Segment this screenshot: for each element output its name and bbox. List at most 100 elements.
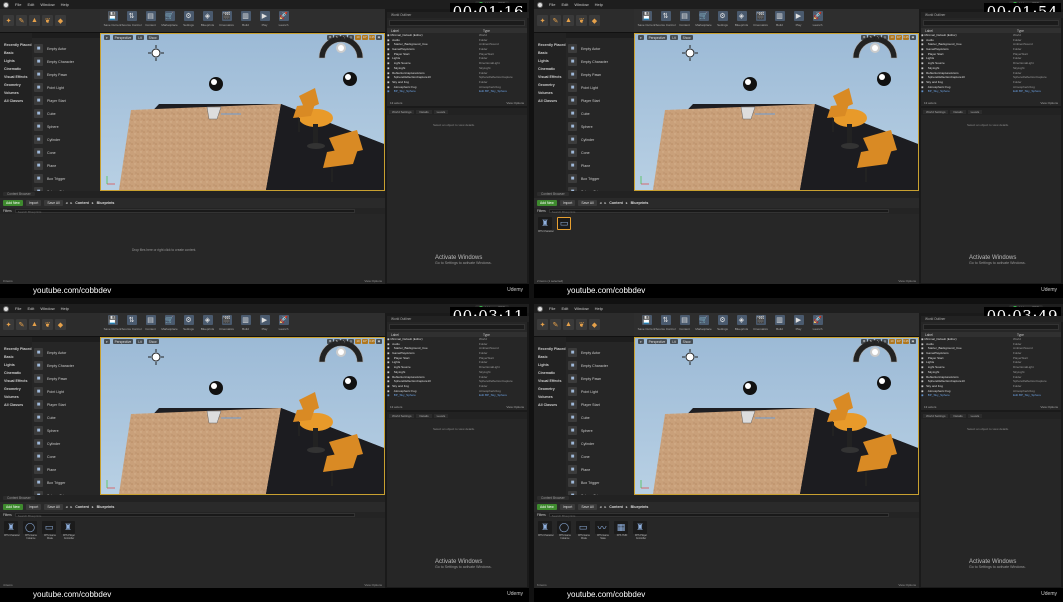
menu-window[interactable]: Window (40, 306, 54, 311)
place-item[interactable]: ■ Point Light (568, 81, 630, 94)
world-local-icon[interactable]: ◎ (882, 35, 888, 40)
import-button[interactable]: Import (559, 200, 576, 206)
place-mode-icon[interactable]: ✦ (3, 319, 14, 330)
show-button[interactable]: Show (680, 35, 693, 40)
outliner-row[interactable]: ◉ BP_Sky_Sphere Edit BP_Sky_Sphere (921, 393, 1061, 398)
toolbar-button[interactable]: ⚙ Settings (180, 314, 197, 335)
outliner-view-options[interactable]: View Options (506, 405, 524, 409)
grid-snap-value[interactable]: 10 (355, 339, 361, 344)
add-new-button[interactable]: Add New (537, 504, 557, 510)
toolbar-button[interactable]: ▤ Content (142, 314, 159, 335)
tab-world-settings[interactable]: World Settings (389, 109, 415, 114)
place-mode-icon[interactable]: ✦ (537, 15, 548, 26)
breadcrumb-blueprints[interactable]: Blueprints (97, 505, 115, 509)
place-item[interactable]: ■ Player Start (568, 398, 630, 411)
place-category[interactable]: Basic (0, 353, 32, 361)
asset-view[interactable]: ♜ FPS Character ◯ FPS Game Instance ▭ FPS Gam… (0, 518, 385, 588)
lit-button[interactable]: Lit (136, 35, 144, 40)
place-category[interactable]: Basic (0, 49, 32, 57)
content-search-input[interactable]: Search Blueprints (548, 513, 889, 518)
foliage-mode-icon[interactable]: ❦ (42, 15, 53, 26)
rotate-tool-icon[interactable]: ↻ (334, 35, 340, 40)
place-item[interactable]: ■ Cube (568, 107, 630, 120)
breadcrumb-content[interactable]: Content (609, 505, 623, 509)
level-viewport[interactable]: ▾ Perspective Lit Show ✥ ↻ ⤡ ◎ 10 10° 0.… (100, 33, 385, 191)
perspective-button[interactable]: Perspective (646, 35, 668, 40)
world-local-icon[interactable]: ◎ (348, 35, 354, 40)
outliner-row[interactable]: ◉ BP_Sky_Sphere Edit BP_Sky_Sphere (387, 89, 527, 94)
viewport-menu-button[interactable]: ▾ (638, 339, 644, 344)
place-item[interactable]: ■ Empty Actor (34, 42, 96, 55)
geometry-mode-icon[interactable]: ◆ (589, 15, 600, 26)
breadcrumb-blueprints[interactable]: Blueprints (97, 201, 115, 205)
forward-arrow-icon[interactable]: ▸ (604, 505, 606, 509)
asset-tile[interactable]: ◯ FPS Game Instance (557, 521, 573, 541)
toolbar-button[interactable]: 🚀 Launch (275, 314, 292, 335)
asset-tile[interactable]: ▭ FPS Game Mode (576, 521, 592, 541)
outliner-type[interactable]: Edit BP_Sky_Sphere (479, 89, 507, 94)
menu-help[interactable]: Help (61, 306, 69, 311)
toolbar-button[interactable]: ▥ Build (237, 10, 254, 31)
save-all-button[interactable]: Save All (44, 200, 63, 206)
place-item[interactable]: ■ Empty Character (568, 359, 630, 372)
save-all-button[interactable]: Save All (44, 504, 63, 510)
menu-file[interactable]: File (15, 2, 21, 7)
outliner-search-input[interactable] (389, 324, 525, 330)
place-category[interactable]: Visual Effects (534, 73, 566, 81)
perspective-button[interactable]: Perspective (112, 35, 134, 40)
outliner-type[interactable]: Edit BP_Sky_Sphere (1013, 393, 1041, 398)
tab-world-settings[interactable]: World Settings (923, 413, 949, 418)
outliner-row[interactable]: ◉ BP_Sky_Sphere Edit BP_Sky_Sphere (921, 89, 1061, 94)
place-category[interactable]: All Classes (534, 401, 566, 409)
content-browser-tab[interactable]: Content Browser (537, 192, 569, 196)
translate-tool-icon[interactable]: ✥ (861, 339, 867, 344)
rotate-tool-icon[interactable]: ↻ (868, 339, 874, 344)
place-category[interactable]: Volumes (0, 393, 32, 401)
place-item[interactable]: ■ Point Light (34, 385, 96, 398)
place-category[interactable]: Lights (534, 57, 566, 65)
save-all-button[interactable]: Save All (578, 504, 597, 510)
place-item[interactable]: ■ Box Trigger (568, 476, 630, 489)
tab-world-settings[interactable]: World Settings (389, 413, 415, 418)
outliner-search-input[interactable] (923, 324, 1059, 330)
place-item[interactable]: ■ Empty Actor (34, 346, 96, 359)
back-arrow-icon[interactable]: ◂ (600, 201, 602, 205)
lit-button[interactable]: Lit (136, 339, 144, 344)
translate-tool-icon[interactable]: ✥ (327, 35, 333, 40)
place-item[interactable]: ■ Point Light (568, 385, 630, 398)
outliner-view-options[interactable]: View Options (1040, 101, 1058, 105)
menu-edit[interactable]: Edit (27, 2, 34, 7)
toolbar-button[interactable]: ⚙ Settings (714, 314, 731, 335)
angle-snap-value[interactable]: 10° (362, 35, 368, 40)
outliner-view-options[interactable]: View Options (506, 101, 524, 105)
toolbar-button[interactable]: 💾 Save Current (104, 314, 121, 335)
place-item[interactable]: ■ Cylinder (34, 133, 96, 146)
asset-tile[interactable]: ♜ FPS Character (4, 521, 20, 541)
level-viewport[interactable]: ▾ Perspective Lit Show ✥ ↻ ⤡ ◎ 10 10° 0.… (634, 337, 919, 495)
place-item[interactable]: ■ Plane (34, 463, 96, 476)
grid-snap-value[interactable]: 10 (355, 35, 361, 40)
place-item[interactable]: ■ Empty Actor (568, 346, 630, 359)
scale-snap-value[interactable]: 0.25 (903, 339, 909, 344)
scale-snap-value[interactable]: 0.25 (369, 35, 375, 40)
menu-window[interactable]: Window (40, 2, 54, 7)
place-item[interactable]: ■ Box Trigger (34, 476, 96, 489)
place-item[interactable]: ■ Cone (34, 450, 96, 463)
outliner-search-input[interactable] (923, 20, 1059, 26)
toolbar-button[interactable]: 🎬 Cinematics (752, 10, 769, 31)
place-category[interactable]: Volumes (0, 89, 32, 97)
place-category[interactable]: Visual Effects (534, 377, 566, 385)
toolbar-button[interactable]: ⇅ Source Control (122, 314, 142, 335)
toolbar-button[interactable]: 🛒 Marketplace (695, 314, 712, 335)
tab-levels[interactable]: Levels (433, 109, 449, 114)
breadcrumb-content[interactable]: Content (609, 201, 623, 205)
outliner-type[interactable]: Edit BP_Sky_Sphere (479, 393, 507, 398)
place-category[interactable]: Basic (534, 49, 566, 57)
viewport-menu-button[interactable]: ▾ (104, 339, 110, 344)
landscape-mode-icon[interactable]: ▲ (29, 15, 40, 26)
import-button[interactable]: Import (25, 504, 42, 510)
tab-details[interactable]: Details (416, 413, 432, 418)
viewport-menu-button[interactable]: ▾ (104, 35, 110, 40)
back-arrow-icon[interactable]: ◂ (66, 201, 68, 205)
menu-help[interactable]: Help (595, 306, 603, 311)
